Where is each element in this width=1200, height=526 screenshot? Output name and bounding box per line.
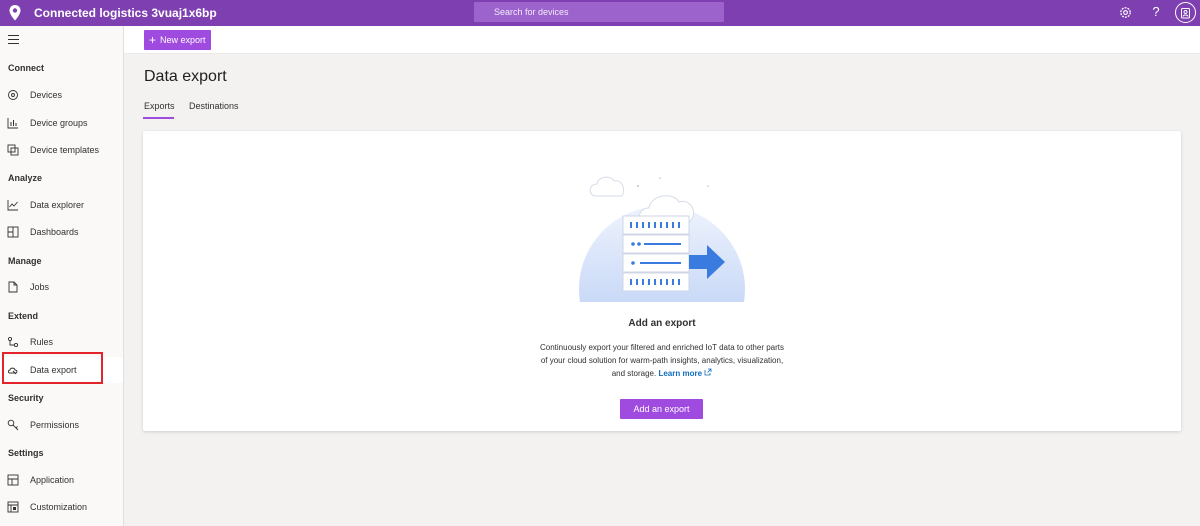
sidebar-item-device-groups[interactable]: Device groups [0,110,123,136]
sidebar-item-label: Permissions [30,420,80,430]
section-settings: Settings [8,448,44,458]
hamburger-menu-icon[interactable] [8,35,19,44]
section-connect: Connect [8,63,44,73]
section-analyze: Analyze [8,173,43,183]
plus-icon: + [149,33,157,47]
application-icon [7,474,19,486]
learn-more-label: Learn more [658,369,703,378]
empty-state-description: Continuously export your filtered and en… [537,341,787,380]
device-groups-icon [7,118,18,129]
highlight-box [2,352,103,384]
new-export-label: New export [160,35,206,45]
top-bar: Connected logistics 3vuaj1x6bp Search fo… [0,0,1200,26]
sidebar-item-label: Rules [30,337,54,347]
sidebar-item-permissions[interactable]: Permissions [0,412,123,438]
dashboards-icon [7,226,19,238]
devices-icon [8,90,18,100]
sidebar-item-application[interactable]: Application [0,467,123,493]
sidebar-item-customization[interactable]: Customization [0,494,123,520]
add-export-button[interactable]: Add an export [620,399,703,419]
help-icon[interactable]: ? [1150,4,1162,19]
empty-state-card: Add an export Continuously export your f… [143,131,1181,431]
sidebar-item-label: Customization [30,502,88,512]
sidebar-item-label: Data explorer [30,200,85,210]
sidebar-item-devices[interactable]: Devices [0,82,123,108]
sidebar-item-label: Device templates [30,145,100,155]
section-extend: Extend [8,311,39,321]
tab-destinations[interactable]: Destinations [189,101,239,111]
sidebar-item-label: Device groups [30,118,88,128]
map-pin-icon [9,5,21,21]
command-bar: + New export [124,26,1200,54]
section-manage: Manage [8,256,42,266]
sidebar-item-label: Jobs [30,282,50,292]
sidebar-item-data-explorer[interactable]: Data explorer [0,192,123,218]
data-export-illustration [579,176,745,302]
section-security: Security [8,393,44,403]
sidebar-item-label: Application [30,475,75,485]
sidebar-item-label: Devices [30,90,63,100]
sidebar-item-device-templates[interactable]: Device templates [0,137,123,163]
device-templates-icon [7,144,19,156]
sidebar-item-label: Dashboards [30,227,79,237]
jobs-icon [8,281,18,293]
sidebar-item-jobs[interactable]: Jobs [0,274,123,300]
selected-tab-indicator [143,117,174,119]
external-link-icon [704,368,712,376]
customization-icon [7,501,19,513]
page-title: Data export [144,68,227,85]
sidebar-item-dashboards[interactable]: Dashboards [0,219,123,245]
new-export-button[interactable]: + New export [144,30,211,50]
settings-gear-icon[interactable] [1118,5,1133,20]
user-avatar[interactable] [1175,2,1196,23]
tab-exports[interactable]: Exports [144,101,175,111]
rules-icon [7,336,19,348]
app-title: Connected logistics 3vuaj1x6bp [34,6,217,20]
learn-more-link[interactable]: Learn more [658,368,712,378]
empty-state-title: Add an export [628,318,696,329]
user-badge-icon [1181,7,1190,18]
data-explorer-icon [7,200,18,211]
permissions-icon [7,419,19,431]
search-input[interactable]: Search for devices [474,2,724,22]
